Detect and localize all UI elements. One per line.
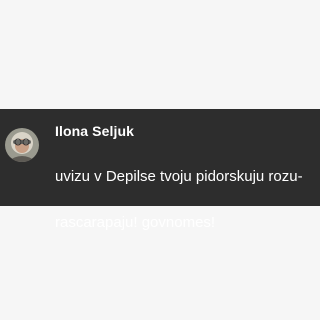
message-text: uvizu v Depilse tvoju pidorskuju rozu- r… xyxy=(55,142,310,257)
avatar[interactable] xyxy=(5,128,39,162)
message-line: uvizu v Depilse tvoju pidorskuju rozu- xyxy=(55,168,303,185)
notification-content: Ilona Seljuk uvizu v Depilse tvoju pidor… xyxy=(55,119,310,257)
message-notification[interactable]: Ilona Seljuk uvizu v Depilse tvoju pidor… xyxy=(0,109,320,231)
sender-name: Ilona Seljuk xyxy=(55,123,134,139)
screen: Ilona Seljuk uvizu v Depilse tvoju pidor… xyxy=(0,0,320,320)
message-line: rascarapaju! govnomes! xyxy=(55,214,216,231)
avatar-photo-icon xyxy=(5,128,39,162)
